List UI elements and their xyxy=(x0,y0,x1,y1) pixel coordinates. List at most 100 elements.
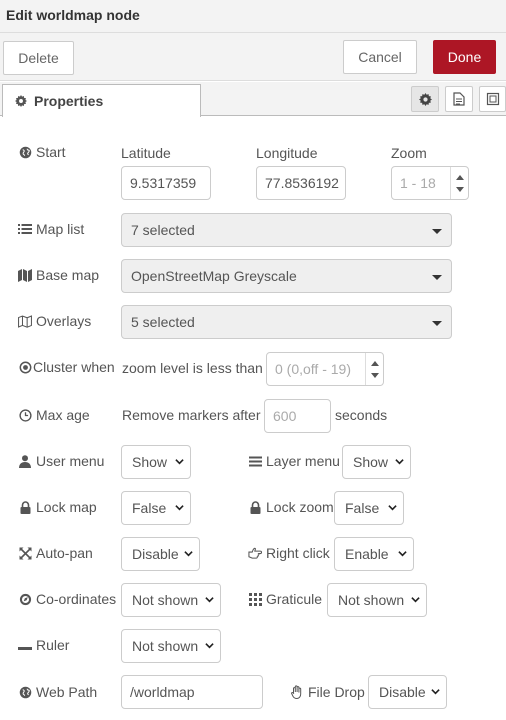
ruler-icon xyxy=(18,638,32,652)
lockmap-value: False xyxy=(132,500,167,516)
gear-icon xyxy=(418,92,432,106)
chevron-down-icon xyxy=(431,689,440,695)
maxage-suffix: seconds xyxy=(335,407,388,423)
layermenu-select[interactable]: Show xyxy=(342,445,411,479)
webpath-label: Web Path xyxy=(18,684,97,700)
graticule-value: Not shown xyxy=(338,592,405,608)
lockzoom-select[interactable]: False xyxy=(334,491,404,525)
overlays-label: Overlays xyxy=(18,313,91,329)
cluster-stepper-arrows[interactable] xyxy=(365,353,383,385)
maxage-label-text: Max age xyxy=(36,407,90,423)
appearance-tab-button[interactable] xyxy=(479,86,506,112)
hand-paper-icon xyxy=(290,685,304,699)
lock-icon xyxy=(18,500,32,514)
maxage-label: Max age xyxy=(18,407,90,423)
chevron-down-icon xyxy=(398,551,407,557)
autopan-label-text: Auto-pan xyxy=(36,545,93,561)
ruler-select[interactable]: Not shown xyxy=(121,629,221,663)
tab-properties[interactable]: Properties xyxy=(2,84,201,117)
chevron-down-icon xyxy=(175,505,184,511)
lockmap-label-text: Lock map xyxy=(36,499,97,515)
latitude-label: Latitude xyxy=(121,145,171,161)
arrows-expand-icon xyxy=(18,546,32,560)
rightclick-select[interactable]: Enable xyxy=(334,537,414,571)
zoom-placeholder: 1 - 18 xyxy=(400,175,436,191)
cancel-button[interactable]: Cancel xyxy=(343,40,417,74)
rightclick-label: Right click xyxy=(248,545,330,561)
rightclick-value: Enable xyxy=(345,546,389,562)
file-icon xyxy=(453,92,465,106)
grid-icon xyxy=(248,592,262,606)
layermenu-value: Show xyxy=(353,454,389,470)
dialog-toolbar: Delete Cancel Done xyxy=(0,33,506,81)
longitude-label: Longitude xyxy=(256,145,318,161)
coords-label: Co-ordinates xyxy=(18,591,116,607)
start-label-text: Start xyxy=(36,144,66,160)
maxage-prefix: Remove markers after xyxy=(122,407,261,423)
graticule-label-text: Graticule xyxy=(266,591,323,607)
maplist-label: Map list xyxy=(18,221,84,237)
tab-label: Properties xyxy=(34,93,104,109)
graticule-label: Graticule xyxy=(248,591,322,607)
description-tab-button[interactable] xyxy=(445,86,473,112)
delete-button[interactable]: Delete xyxy=(3,41,74,75)
properties-form: Start Latitude Longitude Zoom 9.5317359 … xyxy=(0,117,506,720)
chevron-up-icon[interactable] xyxy=(456,175,464,180)
zoom-stepper-arrows[interactable] xyxy=(450,167,468,199)
autopan-label: Auto-pan xyxy=(18,545,93,561)
lockzoom-label-text: Lock zoom xyxy=(266,499,334,515)
coords-value: Not shown xyxy=(132,592,199,608)
maxage-input[interactable]: 600 xyxy=(264,399,331,433)
clock-icon xyxy=(18,408,32,422)
properties-tab-button[interactable] xyxy=(411,86,439,112)
usermenu-select[interactable]: Show xyxy=(121,445,191,479)
chevron-down-icon xyxy=(205,597,214,603)
lockmap-select[interactable]: False xyxy=(121,491,191,525)
longitude-input[interactable]: 77.8536192 xyxy=(256,166,346,200)
chevron-down-icon[interactable] xyxy=(456,187,464,192)
frame-icon xyxy=(486,92,499,106)
ruler-value: Not shown xyxy=(132,638,199,654)
latitude-input[interactable]: 9.5317359 xyxy=(121,166,211,200)
caret-down-icon xyxy=(432,275,442,280)
autopan-value: Disable xyxy=(132,546,179,562)
graticule-select[interactable]: Not shown xyxy=(327,583,427,617)
cluster-placeholder: 0 (0,off - 19) xyxy=(275,361,352,377)
overlays-label-text: Overlays xyxy=(36,313,92,329)
done-button[interactable]: Done xyxy=(433,40,496,74)
zoom-stepper[interactable]: 1 - 18 xyxy=(391,166,469,200)
chevron-down-icon xyxy=(184,551,193,557)
hand-pointer-icon xyxy=(248,546,262,560)
dialog-title: Edit worldmap node xyxy=(6,7,140,23)
chevron-down-icon xyxy=(395,459,404,465)
filedrop-value: Disable xyxy=(379,684,426,700)
basemap-label-text: Base map xyxy=(36,267,100,283)
usermenu-label: User menu xyxy=(18,453,104,469)
list-icon xyxy=(18,222,32,236)
rightclick-label-text: Right click xyxy=(266,545,330,561)
layermenu-label-text: Layer menu xyxy=(266,453,340,469)
map-outline-icon xyxy=(18,314,32,328)
chevron-up-icon[interactable] xyxy=(371,361,379,366)
chevron-down-icon xyxy=(205,643,214,649)
compass-icon xyxy=(18,592,32,606)
tab-bar: Properties xyxy=(0,82,506,117)
maplist-value: 7 selected xyxy=(131,222,195,238)
overlays-select[interactable]: 5 selected xyxy=(121,305,452,339)
maplist-label-text: Map list xyxy=(36,221,85,237)
filedrop-select[interactable]: Disable xyxy=(368,675,447,709)
chevron-down-icon xyxy=(388,505,397,511)
chevron-down-icon[interactable] xyxy=(371,373,379,378)
basemap-select[interactable]: OpenStreetMap Greyscale xyxy=(121,259,452,293)
coords-select[interactable]: Not shown xyxy=(121,583,221,617)
ruler-label: Ruler xyxy=(18,637,69,653)
maplist-select[interactable]: 7 selected xyxy=(121,213,452,247)
cluster-label: Cluster when xyxy=(18,359,115,375)
dialog-header: Edit worldmap node xyxy=(0,0,506,33)
cluster-zoom-stepper[interactable]: 0 (0,off - 19) xyxy=(266,352,384,386)
webpath-input[interactable]: /worldmap xyxy=(121,675,263,709)
autopan-select[interactable]: Disable xyxy=(121,537,200,571)
ruler-label-text: Ruler xyxy=(36,637,70,653)
chevron-down-icon xyxy=(175,459,184,465)
filedrop-label-text: File Drop xyxy=(308,684,365,700)
